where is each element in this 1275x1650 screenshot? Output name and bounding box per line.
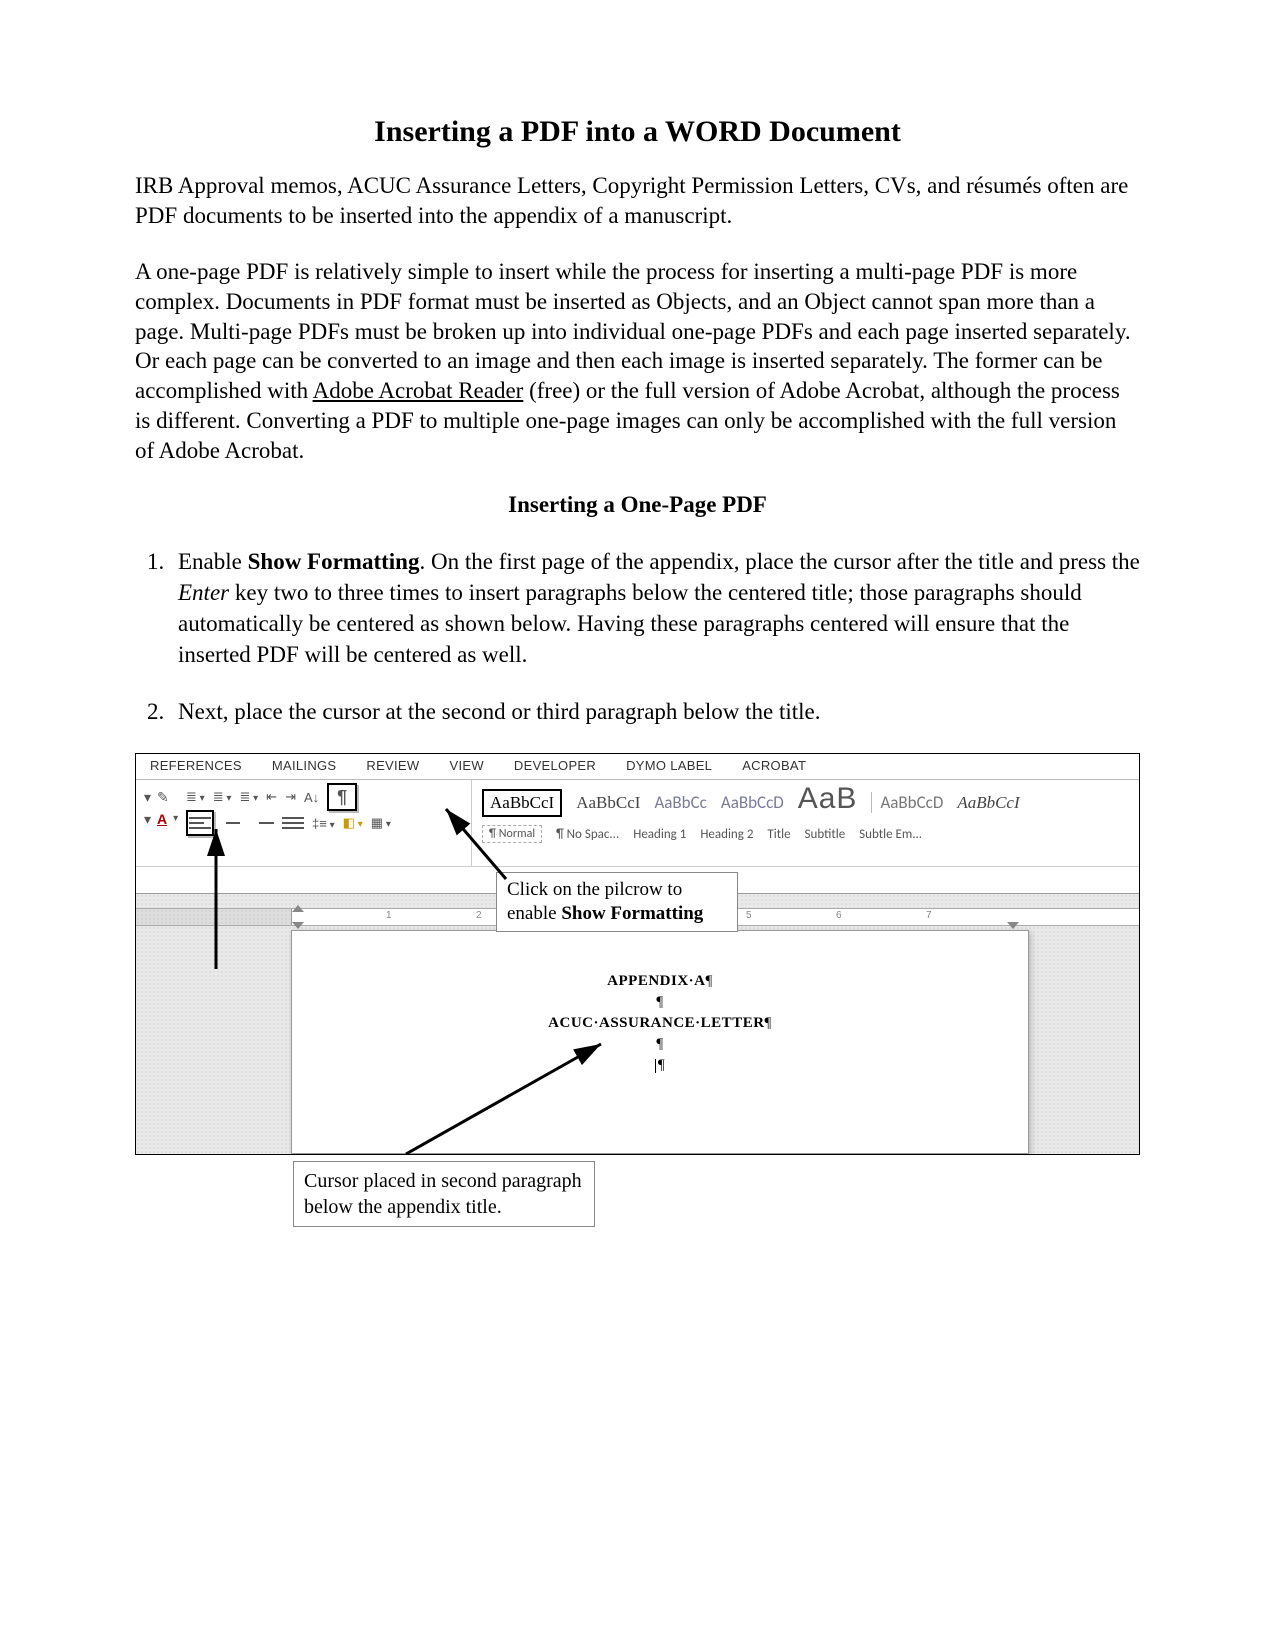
tab-references[interactable]: REFERENCES [150,758,242,773]
bullets-icon[interactable]: ≣ [186,789,205,805]
paragraph-group: ≣ ≣ ≣ ⇤ ⇥ A↓ ¶ ‡≡ ◧ ▦ [186,784,466,840]
style-subtleem-preview[interactable]: AaBbCcI [957,793,1019,813]
document-area: 1 2 3 4 5 6 7 APPENDIX·A ACUC·ASSURANCE·… [136,894,1139,1154]
style-normal-label[interactable]: Normal [482,825,542,843]
document-page[interactable]: APPENDIX·A ACUC·ASSURANCE·LETTER [291,930,1029,1154]
tab-mailings[interactable]: MAILINGS [272,758,337,773]
shading-icon[interactable]: ◧ [343,815,363,831]
style-subtleem-label[interactable]: Subtle Em... [859,827,922,842]
step1-italic: Enter [178,580,229,605]
pilcrow-icon [706,973,713,989]
appendix-heading: APPENDIX·A [607,973,705,989]
ribbon-tabs: REFERENCES MAILINGS REVIEW VIEW DEVELOPE… [136,754,1139,780]
callout-cursor: Cursor placed in second paragraph below … [293,1161,595,1227]
styles-gallery: AaBbCcI AaBbCcI AaBbCc AaBbCcD AaB AaBbC… [476,782,1135,862]
style-nospacing-label[interactable]: ¶ No Spac... [556,827,619,842]
decrease-indent-icon[interactable]: ⇤ [266,789,277,805]
appendix-subheading: ACUC·ASSURANCE·LETTER [548,1015,764,1031]
pilcrow-icon [658,1057,665,1073]
align-right-button[interactable] [252,813,274,833]
steps-list: Enable Show Formatting. On the first pag… [135,546,1140,727]
style-nospacing-preview[interactable]: AaBbCcI [576,793,640,813]
style-normal-preview[interactable]: AaBbCcI [482,789,562,817]
align-left-button[interactable] [186,810,214,836]
adobe-reader-link[interactable]: Adobe Acrobat Reader [313,378,524,403]
style-heading2-preview[interactable]: AaBbCcD [721,792,784,813]
intro-paragraph-2: A one-page PDF is relatively simple to i… [135,257,1140,466]
sort-icon[interactable]: A↓ [304,790,319,805]
format-painter-icon[interactable] [157,787,169,807]
style-title-label[interactable]: Title [767,827,790,842]
section-heading: Inserting a One-Page PDF [135,492,1140,518]
pilcrow-button[interactable]: ¶ [327,783,357,811]
tab-view[interactable]: VIEW [449,758,483,773]
style-subtitle-label[interactable]: Subtitle [805,827,846,842]
step-2: Next, place the cursor at the second or … [170,696,1140,727]
ribbon-body: ▾ ▾A▾ ≣ ≣ ≣ ⇤ ⇥ A↓ ¶ [136,780,1139,867]
tab-review[interactable]: REVIEW [366,758,419,773]
tab-dymo-label[interactable]: DYMO Label [626,758,712,773]
tab-acrobat[interactable]: ACROBAT [742,758,806,773]
line-spacing-icon[interactable]: ‡≡ [312,816,335,831]
word-screenshot: REFERENCES MAILINGS REVIEW VIEW DEVELOPE… [135,753,1140,1155]
align-justify-button[interactable] [282,813,304,833]
pilcrow-icon [292,992,1028,1013]
align-center-button[interactable] [222,813,244,833]
text-cursor-icon [655,1059,656,1073]
borders-icon[interactable]: ▦ [371,815,391,831]
multilevel-icon[interactable]: ≣ [239,789,258,805]
step1-bold: Show Formatting [248,549,420,574]
pilcrow-icon [292,1034,1028,1055]
style-subtitle-preview[interactable]: AaBbCcD [871,792,943,813]
page-title: Inserting a PDF into a WORD Document [135,115,1140,149]
style-heading2-label[interactable]: Heading 2 [700,827,753,842]
step-1: Enable Show Formatting. On the first pag… [170,546,1140,670]
style-title-preview[interactable]: AaB [798,782,858,816]
font-color-icon[interactable]: A [157,809,167,829]
pilcrow-icon [765,1015,772,1031]
style-heading1-label[interactable]: Heading 1 [633,827,686,842]
callout-pilcrow: Click on the pilcrow to enable Show Form… [496,872,738,932]
increase-indent-icon[interactable]: ⇥ [285,789,296,805]
style-heading1-preview[interactable]: AaBbCc [654,792,706,813]
tab-developer[interactable]: DEVELOPER [514,758,596,773]
numbering-icon[interactable]: ≣ [213,789,232,805]
clipboard-font-mini: ▾ ▾A▾ [144,786,178,830]
intro-paragraph-1: IRB Approval memos, ACUC Assurance Lette… [135,171,1140,231]
